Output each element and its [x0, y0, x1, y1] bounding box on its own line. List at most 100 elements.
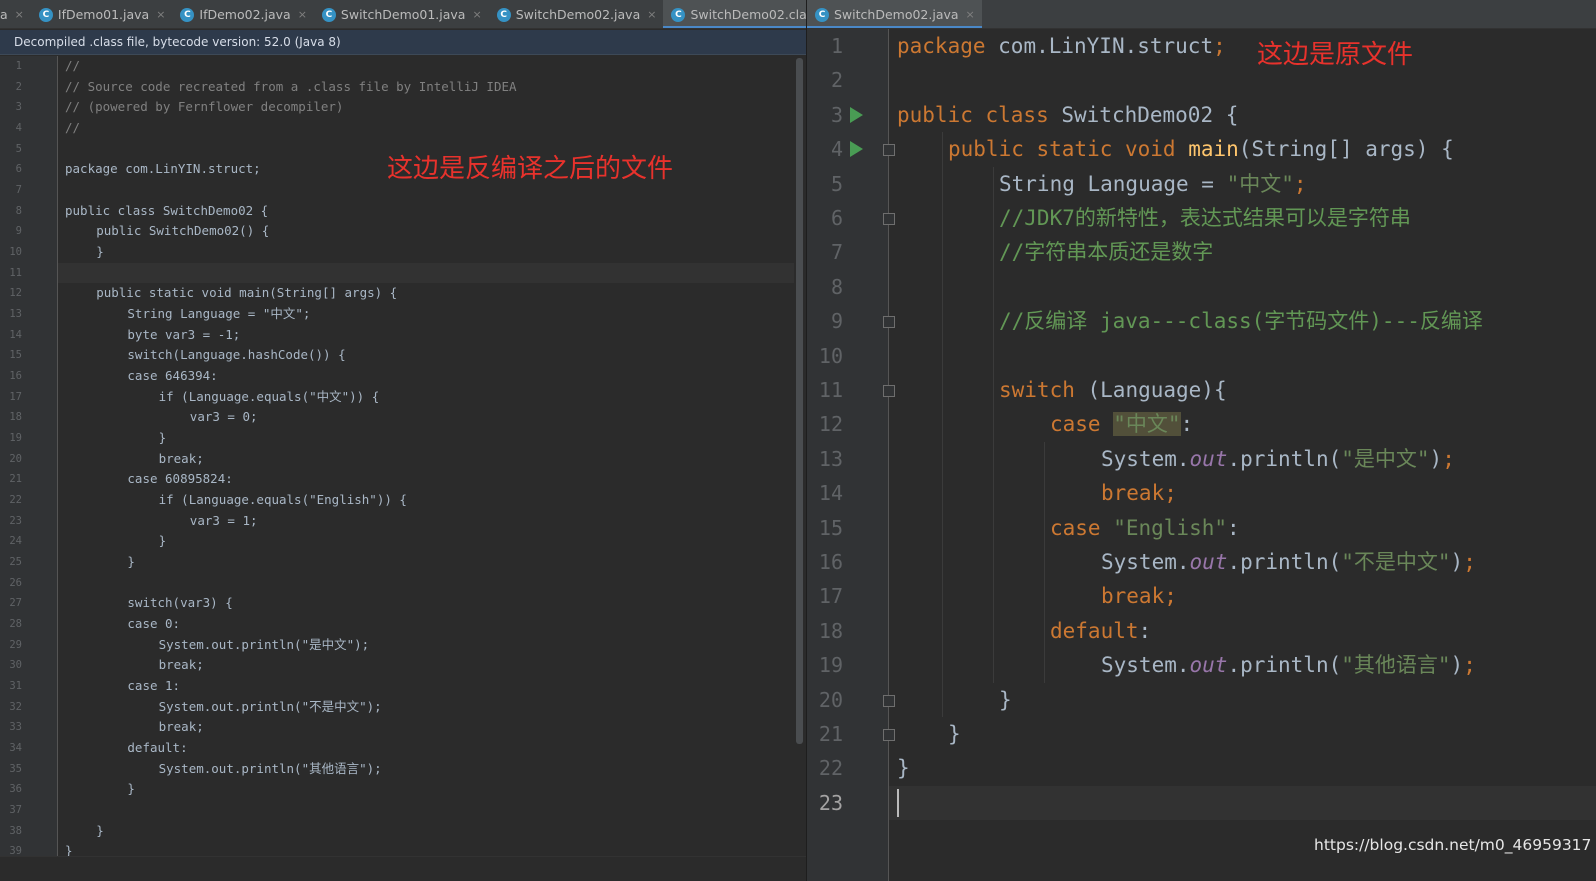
code-line: case "中文": — [1050, 407, 1193, 441]
code-token: package com.LinYIN.struct; — [65, 161, 261, 177]
code-line: //JDK7的新特性，表达式结果可以是字符串 — [999, 201, 1411, 235]
editor-tab[interactable]: CSwitchDemo02.class× — [663, 0, 806, 28]
line-number: 7 — [830, 240, 843, 265]
fold-icon[interactable] — [883, 385, 895, 397]
line-number: 32 — [9, 700, 22, 713]
line-number: 9 — [15, 225, 22, 238]
line-number: 17 — [9, 390, 22, 403]
run-icon[interactable] — [850, 106, 863, 123]
line-number: 34 — [9, 742, 22, 755]
line-number: 9 — [830, 309, 843, 334]
code-line: System.out.println("不是中文"); — [159, 697, 382, 718]
left-editor-pane: a × C IfDemo01.java × C IfDemo02.java × C SwitchD… — [0, 0, 806, 881]
line-number: 11 — [9, 266, 22, 279]
tab-label: SwitchDemo02.class — [690, 7, 806, 22]
line-number: 10 — [9, 246, 22, 259]
code-token: //JDK7的新特性，表达式结果可以是字符串 — [999, 206, 1411, 230]
fold-icon[interactable] — [883, 316, 895, 329]
code-token: break; — [1101, 481, 1177, 506]
right-line-gutter: 1 2 3 4 5 6 7 8 9 10 11 12 13 14 15 16 17 18 19 20 21 22 23 — [807, 29, 895, 881]
close-icon[interactable]: × — [647, 8, 656, 21]
editor-tab[interactable]: C IfDemo02.java × — [172, 0, 314, 28]
code-token: ; — [1463, 653, 1476, 678]
line-number: 14 — [818, 481, 843, 506]
code-token: String Language = — [999, 171, 1227, 196]
line-number: 18 — [9, 411, 22, 424]
code-line: // — [65, 56, 80, 77]
code-line: switch (Language){ — [999, 373, 1227, 407]
run-icon[interactable] — [850, 141, 863, 158]
code-line: String Language = "中文"; — [127, 304, 310, 325]
code-token: (Language){ — [1087, 378, 1227, 402]
line-number: 2 — [830, 68, 843, 93]
code-line: break; — [159, 717, 204, 738]
code-line: public static void main(String[] args) { — [96, 283, 397, 304]
code-line: } — [127, 779, 135, 800]
code-token: .println( — [1227, 446, 1342, 471]
line-number: 26 — [9, 576, 22, 589]
java-class-icon: C — [38, 7, 53, 22]
code-line: if (Language.equals("中文")) { — [159, 387, 380, 408]
close-icon[interactable]: × — [472, 8, 481, 21]
editor-tab[interactable]: C SwitchDemo02.java × — [489, 0, 664, 28]
line-number: 12 — [9, 287, 22, 300]
line-number: 2 — [15, 80, 22, 93]
code-line: var3 = 1; — [190, 511, 258, 532]
code-token: System.out.println("不是中文"); — [158, 698, 382, 714]
code-token: } — [999, 687, 1012, 712]
line-number: 19 — [9, 432, 22, 445]
code-token: .println( — [1227, 550, 1342, 574]
line-number: 6 — [830, 206, 843, 230]
fold-icon[interactable] — [883, 144, 895, 157]
code-line: public class SwitchDemo02 { — [897, 98, 1238, 132]
line-number: 5 — [830, 171, 843, 196]
code-line: //字符串本质还是数字 — [999, 235, 1213, 269]
line-number: 28 — [9, 618, 22, 631]
line-number: 22 — [9, 494, 22, 507]
code-line: break; — [159, 655, 204, 676]
code-token: public class — [897, 102, 1062, 127]
indent-guide — [1044, 441, 1045, 683]
code-line: case 1: — [127, 676, 180, 697]
line-number: 8 — [15, 204, 22, 217]
code-line: switch(var3) { — [127, 593, 232, 614]
code-line: } — [96, 242, 104, 263]
line-number: 25 — [9, 556, 22, 569]
close-icon[interactable]: × — [298, 8, 307, 21]
line-number: 22 — [818, 756, 843, 781]
code-line: // Source code recreated from a .class f… — [65, 77, 517, 98]
code-token: ; — [1463, 550, 1476, 574]
code-token: var3 = 1; — [189, 512, 258, 528]
fold-icon[interactable] — [883, 213, 895, 225]
close-icon[interactable]: × — [156, 8, 165, 21]
code-token: ) — [1450, 653, 1464, 678]
line-number: 15 — [9, 349, 22, 362]
line-number: 21 — [9, 473, 22, 486]
line-number: 23 — [9, 514, 22, 527]
code-token: } — [96, 822, 104, 838]
code-line: public SwitchDemo02() { — [96, 221, 269, 242]
editor-tab[interactable]: a × — [0, 0, 31, 28]
code-token: } — [948, 722, 961, 746]
code-line: default: — [1050, 614, 1151, 648]
left-vertical-scrollbar[interactable] — [796, 58, 803, 744]
close-icon[interactable]: × — [15, 8, 24, 21]
editor-tab[interactable]: C SwitchDemo02.java × — [807, 0, 982, 28]
code-line: case 60895824: — [127, 469, 232, 490]
code-line: // (powered by Fernflower decompiler) — [65, 97, 343, 118]
fold-icon[interactable] — [883, 694, 895, 707]
tab-label: a — [0, 7, 8, 22]
java-class-icon: C — [671, 7, 686, 22]
code-line: } — [948, 717, 961, 751]
code-token: "其他语言" — [1341, 653, 1451, 678]
fold-icon[interactable] — [883, 729, 895, 741]
close-icon[interactable]: × — [966, 8, 975, 21]
editor-tab[interactable]: C SwitchDemo01.java × — [314, 0, 489, 28]
code-token: } — [158, 430, 167, 446]
code-token: .println( — [1227, 653, 1342, 678]
code-token: System. — [1101, 550, 1190, 574]
code-token: "English" — [1113, 515, 1228, 540]
code-token: (String[] args) { — [1238, 137, 1454, 162]
code-token: : — [1180, 412, 1194, 437]
editor-tab[interactable]: C IfDemo01.java × — [31, 0, 173, 28]
